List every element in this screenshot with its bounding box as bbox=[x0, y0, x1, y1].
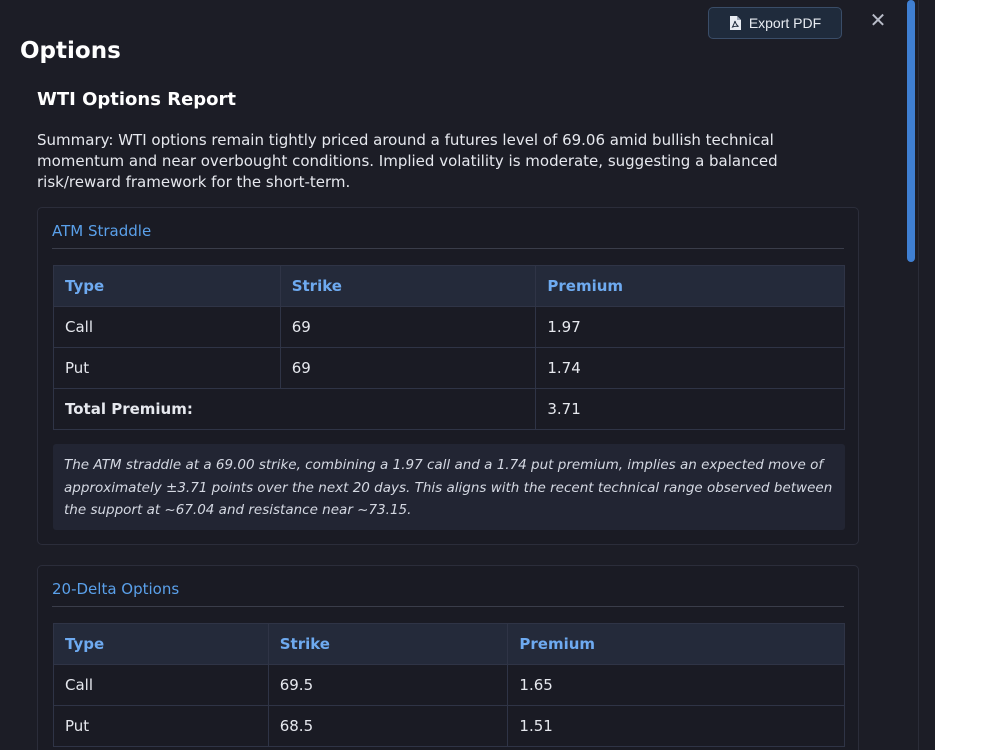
cell-type: Call bbox=[53, 664, 269, 706]
total-premium-row: Total Premium: 3.71 bbox=[52, 388, 845, 430]
cell-premium: 1.74 bbox=[535, 347, 845, 389]
table-header-row: Type Strike Premium bbox=[53, 623, 845, 665]
options-modal: Export PDF ✕ Options WTI Options Report … bbox=[0, 0, 918, 750]
total-premium-label: Total Premium: bbox=[52, 388, 537, 430]
column-header-premium: Premium bbox=[535, 265, 845, 307]
table-row: Put 68.5 1.51 bbox=[53, 705, 845, 747]
pdf-file-icon bbox=[729, 16, 741, 30]
table-header-row: Type Strike Premium bbox=[53, 265, 845, 307]
delta-20-section: 20-Delta Options Type Strike Premium Cal… bbox=[37, 565, 859, 750]
cell-premium: 1.51 bbox=[507, 705, 845, 747]
cell-strike: 69 bbox=[279, 347, 537, 389]
column-header-premium: Premium bbox=[507, 623, 845, 665]
delta-20-table: Type Strike Premium Call 69.5 1.65 Put 6… bbox=[53, 623, 845, 747]
table-row: Put 69 1.74 bbox=[53, 347, 845, 389]
column-header-type: Type bbox=[53, 265, 281, 307]
table-row: Call 69.5 1.65 bbox=[53, 664, 845, 706]
scrollbar-thumb[interactable] bbox=[907, 0, 915, 262]
scrollbar-track[interactable] bbox=[918, 0, 935, 750]
export-pdf-label: Export PDF bbox=[748, 15, 822, 31]
report-title: WTI Options Report bbox=[37, 89, 237, 110]
cell-type: Put bbox=[53, 705, 269, 747]
atm-straddle-table: Type Strike Premium Call 69 1.97 Put 69 … bbox=[52, 265, 845, 430]
cell-strike: 68.5 bbox=[267, 705, 509, 747]
column-header-strike: Strike bbox=[279, 265, 537, 307]
export-pdf-button[interactable]: Export PDF bbox=[708, 7, 842, 39]
close-icon[interactable]: ✕ bbox=[866, 8, 890, 32]
cell-strike: 69.5 bbox=[267, 664, 509, 706]
table-row: Call 69 1.97 bbox=[53, 306, 845, 348]
cell-premium: 1.65 bbox=[507, 664, 845, 706]
section-title-atm-straddle: ATM Straddle bbox=[52, 222, 844, 249]
cell-type: Call bbox=[53, 306, 281, 348]
atm-straddle-section: ATM Straddle Type Strike Premium Call 69… bbox=[37, 207, 859, 545]
atm-straddle-note: The ATM straddle at a 69.00 strike, comb… bbox=[53, 444, 845, 530]
cell-premium: 1.97 bbox=[535, 306, 845, 348]
section-title-20-delta: 20-Delta Options bbox=[52, 580, 844, 607]
modal-title: Options bbox=[20, 38, 121, 64]
cell-type: Put bbox=[53, 347, 281, 389]
cell-strike: 69 bbox=[279, 306, 537, 348]
column-header-strike: Strike bbox=[267, 623, 509, 665]
total-premium-value: 3.71 bbox=[535, 388, 845, 430]
report-summary: Summary: WTI options remain tightly pric… bbox=[37, 131, 778, 191]
column-header-type: Type bbox=[53, 623, 269, 665]
